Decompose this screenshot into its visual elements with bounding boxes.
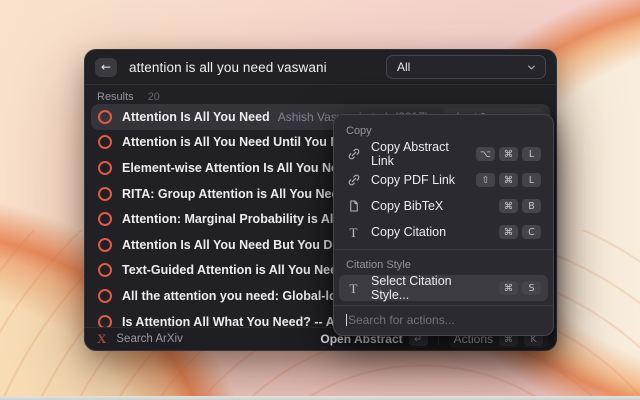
- paper-ring-icon: [98, 263, 112, 277]
- desktop-background: ← attention is all you need vaswani All …: [0, 0, 640, 400]
- shift-key-icon: ⇧: [476, 173, 495, 187]
- cmd-key-icon: ⌘: [499, 281, 518, 295]
- menu-divider: [334, 249, 553, 250]
- paper-ring-icon: [98, 212, 112, 226]
- option-key-icon: ⌥: [476, 147, 495, 161]
- s-key-icon: S: [522, 281, 541, 295]
- menu-item-label: Copy PDF Link: [371, 173, 455, 187]
- paper-ring-icon: [98, 238, 112, 252]
- cmd-key-icon: ⌘: [499, 225, 518, 239]
- back-button[interactable]: ←: [95, 58, 117, 77]
- cmd-key-icon: ⌘: [499, 173, 518, 187]
- actions-search-placeholder: Search for actions...: [348, 313, 455, 327]
- results-count: 20: [148, 91, 160, 103]
- paper-ring-icon: [98, 135, 112, 149]
- file-icon: [346, 199, 361, 214]
- menu-item-copy-bibtex[interactable]: Copy BibTeX ⌘ B: [339, 193, 548, 219]
- actions-search-input[interactable]: Search for actions...: [334, 305, 553, 335]
- link-icon: [346, 147, 361, 162]
- category-dropdown[interactable]: All: [386, 55, 546, 79]
- results-label: Results: [97, 91, 134, 103]
- paper-ring-icon: [98, 161, 112, 175]
- cmd-key-icon: ⌘: [499, 147, 518, 161]
- screen-bottom-strip: [0, 396, 640, 400]
- l-key-icon: L: [522, 147, 541, 161]
- cmd-key-icon: ⌘: [499, 199, 518, 213]
- shortcut-keys: ⌘ B: [499, 199, 541, 213]
- link-icon: [346, 173, 361, 188]
- result-title: Attention Is All You Need: [122, 110, 270, 124]
- l-key-icon: L: [522, 173, 541, 187]
- results-section-header: Results 20: [97, 91, 160, 103]
- menu-item-copy-citation[interactable]: T Copy Citation ⌘ C: [339, 219, 548, 245]
- shortcut-keys: ⌥ ⌘ L: [476, 147, 541, 161]
- paper-ring-icon: [98, 315, 112, 327]
- result-title: Element-wise Attention Is All You Need: [122, 161, 353, 175]
- menu-item-copy-abstract-link[interactable]: Copy Abstract Link ⌥ ⌘ L: [339, 141, 548, 167]
- paper-ring-icon: [98, 289, 112, 303]
- menu-section-title-copy: Copy: [334, 120, 553, 141]
- menu-item-label: Select Citation Style...: [371, 274, 489, 302]
- b-key-icon: B: [522, 199, 541, 213]
- paper-ring-icon: [98, 110, 112, 124]
- menu-item-label: Copy Citation: [371, 225, 446, 239]
- menu-item-select-citation-style[interactable]: T Select Citation Style... ⌘ S: [339, 275, 548, 301]
- menu-section-title-citation-style: Citation Style: [334, 254, 553, 275]
- chevron-down-icon: [526, 62, 537, 73]
- menu-item-label: Copy BibTeX: [371, 199, 443, 213]
- text-icon: T: [346, 281, 361, 296]
- c-key-icon: C: [522, 225, 541, 239]
- text-cursor: [346, 314, 347, 326]
- text-icon: T: [346, 225, 361, 240]
- footer-app-name: Search ArXiv: [116, 333, 182, 345]
- actions-menu: Copy Copy Abstract Link ⌥ ⌘ L Copy PDF L…: [333, 114, 554, 336]
- shortcut-keys: ⌘ C: [499, 225, 541, 239]
- shortcut-keys: ⇧ ⌘ L: [476, 173, 541, 187]
- shortcut-keys: ⌘ S: [499, 281, 541, 295]
- menu-item-label: Copy Abstract Link: [371, 140, 466, 168]
- search-header: ← attention is all you need vaswani All: [85, 50, 556, 85]
- paper-ring-icon: [98, 187, 112, 201]
- arxiv-icon: X: [97, 331, 106, 347]
- menu-item-copy-pdf-link[interactable]: Copy PDF Link ⇧ ⌘ L: [339, 167, 548, 193]
- category-dropdown-value: All: [397, 60, 410, 74]
- search-query[interactable]: attention is all you need vaswani: [129, 60, 327, 75]
